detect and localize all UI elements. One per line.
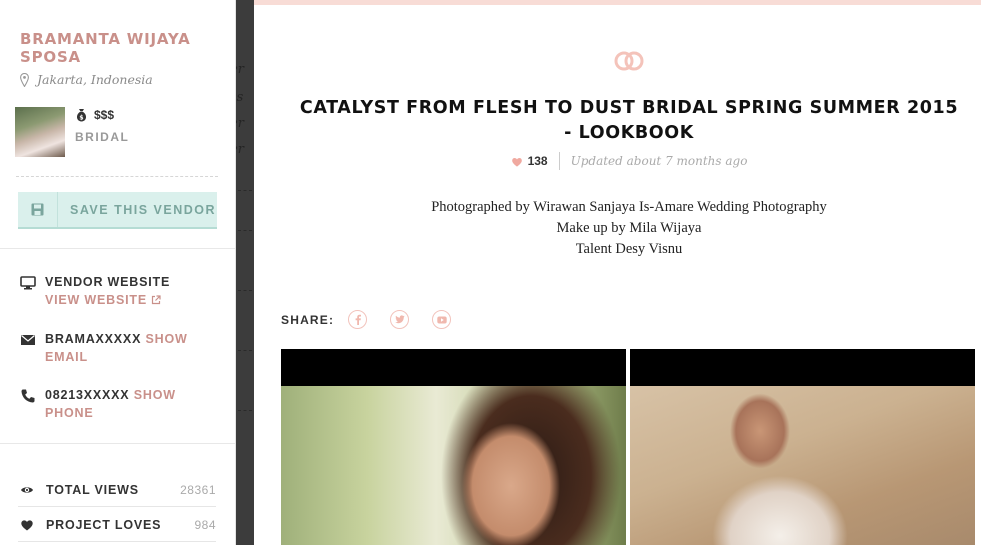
project-meta: 138 Updated about 7 months ago <box>254 152 981 170</box>
divider <box>0 248 235 249</box>
project-love-count[interactable]: 138 <box>511 152 560 170</box>
show-email-link-2[interactable]: EMAIL <box>45 350 88 364</box>
stat-value: 28361 <box>180 482 216 497</box>
vendor-phone: 08213XXXXX SHOW PHONE <box>20 386 220 422</box>
show-email-link[interactable]: SHOW <box>146 332 188 346</box>
vendor-name[interactable]: BRAMANTA WIJAYA SPOSA <box>20 30 220 66</box>
phone-masked: 08213XXXXX <box>45 388 130 402</box>
vendor-sidebar: BRAMANTA WIJAYA SPOSA Jakarta, Indonesia… <box>0 0 236 545</box>
monitor-icon <box>20 276 36 290</box>
youtube-icon[interactable] <box>432 310 452 329</box>
background-overlay: er ss er er <box>236 0 254 545</box>
floppy-disk-icon <box>31 203 44 216</box>
wedding-rings-icon <box>614 51 644 71</box>
map-pin-icon <box>20 72 29 87</box>
stat-project-loves: PROJECT LOVES 984 <box>18 508 216 542</box>
show-phone-link-2[interactable]: PHONE <box>45 406 93 420</box>
email-masked: BRAMAXXXXX <box>45 332 142 346</box>
view-website-link[interactable]: VIEW WEBSITE <box>45 291 170 309</box>
updated-timestamp: Updated about 7 months ago <box>570 154 748 168</box>
credit-line: Make up by Mila Wijaya <box>556 220 702 236</box>
price-level: $$$ <box>94 108 115 122</box>
project-title: CATALYST FROM FLESH TO DUST BRIDAL SPRIN… <box>299 98 959 143</box>
divider <box>16 176 218 177</box>
project-panel: CATALYST FROM FLESH TO DUST BRIDAL SPRIN… <box>254 0 981 545</box>
credit-line: Talent Desy Visnu <box>575 241 683 257</box>
location-text: Jakarta, Indonesia <box>37 72 153 87</box>
money-bag-icon: $ <box>76 109 87 122</box>
project-credits: Photographed by Wirawan Sanjaya Is-Amare… <box>254 197 981 260</box>
love-count-value: 138 <box>527 154 548 168</box>
share-bar: SHARE: <box>281 310 474 329</box>
lookbook-photo[interactable] <box>630 349 975 545</box>
save-vendor-button[interactable]: SAVE THIS VENDOR <box>18 192 217 229</box>
show-phone-link[interactable]: SHOW <box>134 388 176 402</box>
heart-icon <box>21 519 33 530</box>
phone-icon <box>21 389 35 403</box>
eye-icon <box>21 486 33 493</box>
share-label: SHARE: <box>281 312 335 327</box>
twitter-icon[interactable] <box>390 310 410 329</box>
save-vendor-label: SAVE THIS VENDOR <box>70 202 217 217</box>
credit-line: Photographed by Wirawan Sanjaya Is-Amare… <box>431 199 827 215</box>
stat-value: 984 <box>194 517 216 532</box>
vendor-location: Jakarta, Indonesia <box>20 72 153 87</box>
heart-icon <box>511 157 522 167</box>
vendor-category: BRIDAL <box>75 130 130 144</box>
stat-total-views: TOTAL VIEWS 28361 <box>18 473 216 507</box>
vendor-thumbnail[interactable] <box>15 107 65 157</box>
facebook-icon[interactable] <box>348 310 368 329</box>
website-title: VENDOR WEBSITE <box>45 275 171 289</box>
external-link-icon <box>152 295 161 305</box>
top-accent-bar <box>254 0 981 5</box>
divider <box>0 443 235 444</box>
envelope-icon <box>21 335 35 345</box>
svg-text:$: $ <box>79 115 83 122</box>
vendor-email: BRAMAXXXXX SHOW EMAIL <box>20 330 220 366</box>
vendor-price: $ $$$ <box>75 108 114 122</box>
stat-label: TOTAL VIEWS <box>46 482 139 497</box>
stat-label: PROJECT LOVES <box>46 517 162 532</box>
vendor-website: VENDOR WEBSITE VIEW WEBSITE <box>20 273 220 309</box>
lookbook-photo[interactable] <box>281 349 626 545</box>
